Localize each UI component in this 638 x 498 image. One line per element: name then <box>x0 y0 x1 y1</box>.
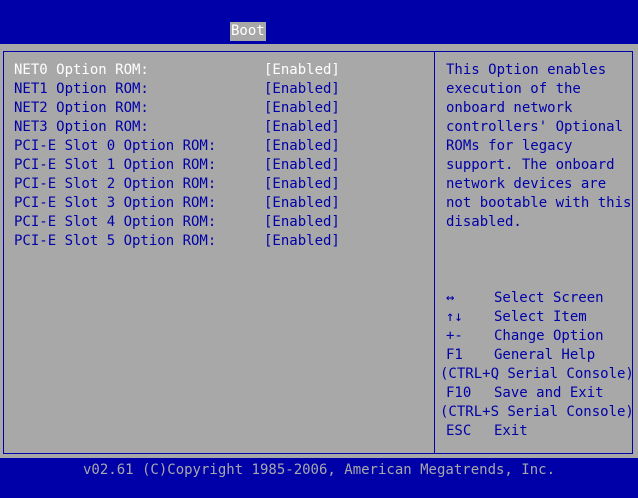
key-description: General Help <box>494 347 596 363</box>
help-line: support. The onboard <box>446 157 615 173</box>
option-value[interactable]: [Enabled] <box>264 80 340 99</box>
key-note: (CTRL+Q Serial Console) <box>440 366 634 382</box>
key-row-exit: ESC Exit <box>440 422 636 441</box>
key-row-general-help: F1 General Help <box>440 346 636 365</box>
option-value[interactable]: [Enabled] <box>264 137 340 156</box>
option-label: NET2 Option ROM: <box>14 100 149 116</box>
option-row-pcie-slot3[interactable]: PCI-E Slot 3 Option ROM: [Enabled] <box>14 194 434 213</box>
help-line: network devices are <box>446 176 607 192</box>
key-description: Save and Exit <box>494 385 604 401</box>
option-label: NET0 Option ROM: <box>14 62 149 78</box>
option-value[interactable]: [Enabled] <box>264 156 340 175</box>
option-label: PCI-E Slot 1 Option ROM: <box>14 157 217 173</box>
option-value[interactable]: [Enabled] <box>264 175 340 194</box>
option-row-pcie-slot4[interactable]: PCI-E Slot 4 Option ROM: [Enabled] <box>14 213 434 232</box>
key-row-serial-console-q: (CTRL+Q Serial Console) <box>440 365 636 384</box>
help-text: This Option enables execution of the onb… <box>446 61 632 232</box>
help-line: not bootable with this <box>446 195 632 211</box>
option-row-net2[interactable]: NET2 Option ROM: [Enabled] <box>14 99 434 118</box>
key-description: Change Option <box>494 328 604 344</box>
option-value[interactable]: [Enabled] <box>264 99 340 118</box>
f10-key: F10 <box>446 385 472 401</box>
option-row-pcie-slot0[interactable]: PCI-E Slot 0 Option ROM: [Enabled] <box>14 137 434 156</box>
help-line: execution of the <box>446 81 581 97</box>
tab-boot[interactable]: Boot <box>230 22 266 41</box>
option-value[interactable]: [Enabled] <box>264 61 340 80</box>
help-line: This Option enables <box>446 62 607 78</box>
esc-key: ESC <box>446 423 472 439</box>
key-description: Select Item <box>494 309 587 325</box>
help-line: onboard network <box>446 100 573 116</box>
key-note: (CTRL+S Serial Console) <box>440 404 634 420</box>
key-row-change-option: +- Change Option <box>440 327 636 346</box>
option-row-pcie-slot5[interactable]: PCI-E Slot 5 Option ROM: [Enabled] <box>14 232 434 251</box>
copyright-footer: v02.61 (C)Copyright 1985-2006, American … <box>0 458 638 482</box>
panel-divider <box>434 51 435 454</box>
option-label: NET1 Option ROM: <box>14 81 149 97</box>
option-label: PCI-E Slot 5 Option ROM: <box>14 233 217 249</box>
key-description: Exit <box>494 423 528 439</box>
option-list: NET0 Option ROM: [Enabled] NET1 Option R… <box>14 61 434 251</box>
plus-minus-key: +- <box>446 328 463 344</box>
up-down-arrow-icon: ↑↓ <box>446 309 463 325</box>
option-label: PCI-E Slot 2 Option ROM: <box>14 176 217 192</box>
option-value[interactable]: [Enabled] <box>264 194 340 213</box>
option-label: NET3 Option ROM: <box>14 119 149 135</box>
key-row-select-item: ↑↓ Select Item <box>440 308 636 327</box>
option-value[interactable]: [Enabled] <box>264 118 340 137</box>
option-value[interactable]: [Enabled] <box>264 213 340 232</box>
option-row-pcie-slot1[interactable]: PCI-E Slot 1 Option ROM: [Enabled] <box>14 156 434 175</box>
key-row-serial-console-s: (CTRL+S Serial Console) <box>440 403 636 422</box>
help-line: controllers' Optional <box>446 119 624 135</box>
help-line: ROMs for legacy <box>446 138 573 154</box>
left-right-arrow-icon: ↔ <box>446 290 455 306</box>
option-label: PCI-E Slot 0 Option ROM: <box>14 138 217 154</box>
option-value[interactable]: [Enabled] <box>264 232 340 251</box>
option-row-net1[interactable]: NET1 Option ROM: [Enabled] <box>14 80 434 99</box>
main-panel: NET0 Option ROM: [Enabled] NET1 Option R… <box>0 44 638 458</box>
option-row-net0[interactable]: NET0 Option ROM: [Enabled] <box>14 61 434 80</box>
key-row-save-exit: F10 Save and Exit <box>440 384 636 403</box>
option-row-net3[interactable]: NET3 Option ROM: [Enabled] <box>14 118 434 137</box>
key-legend: ↔ Select Screen ↑↓ Select Item +- Change… <box>440 289 636 441</box>
option-label: PCI-E Slot 4 Option ROM: <box>14 214 217 230</box>
top-menu-bar: Boot <box>0 0 638 44</box>
key-description: Select Screen <box>494 290 604 306</box>
help-line: disabled. <box>446 214 522 230</box>
option-row-pcie-slot2[interactable]: PCI-E Slot 2 Option ROM: [Enabled] <box>14 175 434 194</box>
option-label: PCI-E Slot 3 Option ROM: <box>14 195 217 211</box>
key-row-select-screen: ↔ Select Screen <box>440 289 636 308</box>
f1-key: F1 <box>446 347 463 363</box>
